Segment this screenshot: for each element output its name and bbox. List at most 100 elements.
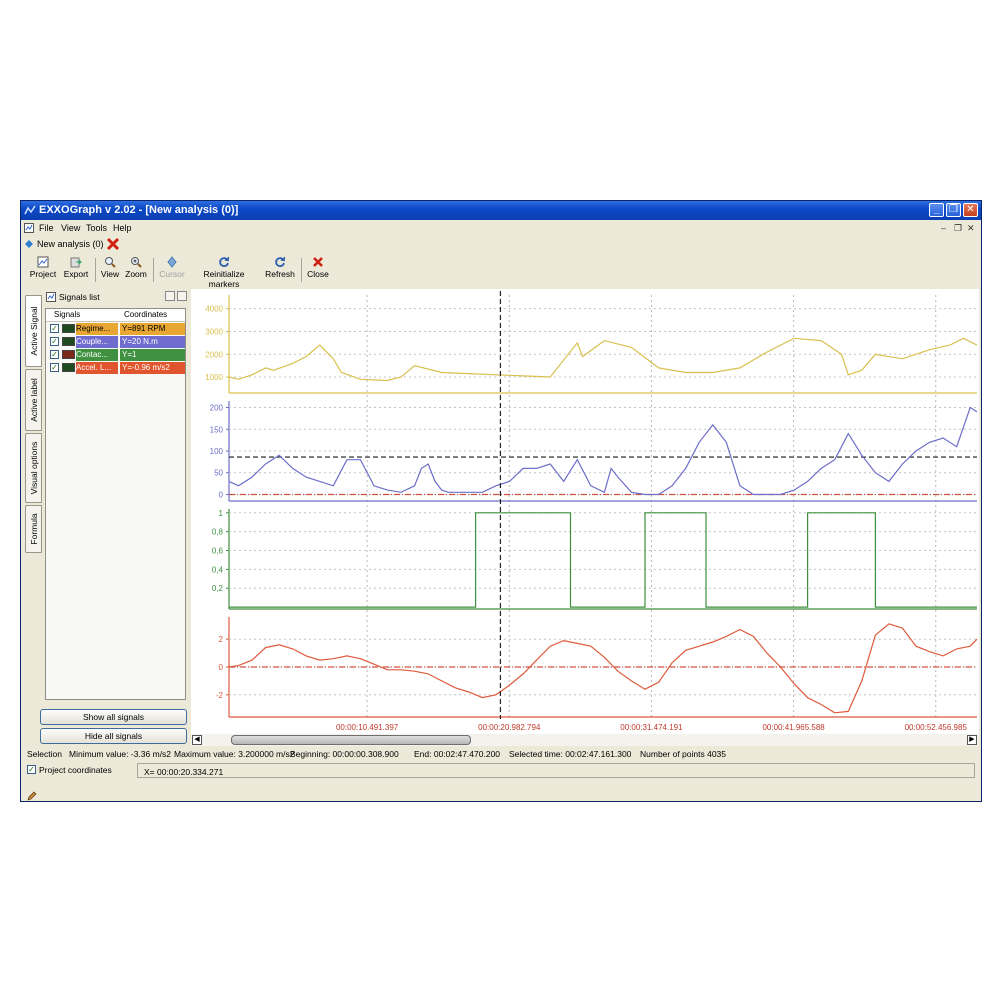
menu-tools[interactable]: Tools [86,223,107,233]
tab-active-label-label: Active label [28,378,39,422]
project-coordinates-checkbox[interactable]: ✓ [27,765,36,774]
y-tick-label: 0,4 [212,565,224,574]
signals-list-header: Signals Coordinates [46,309,185,322]
document-tab-label[interactable]: New analysis (0) [37,239,104,249]
signal-wave-icon [62,324,75,333]
signal-row[interactable]: ✓ Regime... Y=891 RPM [46,323,185,335]
status-end: End: 00:02:47.470.200 [414,749,501,759]
scroll-thumb[interactable] [231,735,471,745]
document-tab-bar: New analysis (0) [21,236,981,253]
x-readout-box: X= 00:00:20.334.271 [137,763,975,778]
mdi-restore-icon[interactable]: ❐ [954,223,962,234]
coordinates-bar: ✓ Project coordinates X= 00:00:20.334.27… [25,763,975,779]
horizontal-scrollbar[interactable]: ◀ ▶ [191,734,979,746]
toolbar: Project Export View Zoom Cursor Reinitia… [21,256,981,289]
tab-formula-label: Formula [28,513,39,545]
status-selection: Selection [27,749,62,759]
close-button[interactable]: Close [305,256,331,279]
x-tick-label: 00:00:31.474.191 [620,723,683,732]
signal-wave-icon [62,337,75,346]
show-all-signals-button[interactable]: Show all signals [40,709,187,725]
tab-active-signal[interactable]: Active Signal [25,295,42,367]
project-coordinates-label: Project coordinates [39,765,112,775]
hide-all-signals-button[interactable]: Hide all signals [40,728,187,744]
signal-checkbox[interactable]: ✓ [50,350,59,359]
graph-area[interactable]: 1000 2000 3000 4000 0 50 100 150 200 0,2 0,4 0,6 0,8… [191,289,979,741]
signals-list: Signals Coordinates ✓ Regime... Y=891 RP… [45,308,186,700]
y-tick-label: 0,6 [212,547,224,556]
menu-bar: File View Tools Help – ❐ ✕ [21,220,981,236]
tab-active-label[interactable]: Active label [25,369,42,431]
pin-icon[interactable] [165,291,175,301]
status-beginning: Beginning: 00:00:00.308.900 [290,749,399,759]
export-button[interactable]: Export [61,256,91,279]
signal-coord: Y=-0.96 m/s2 [120,362,185,374]
signal-row[interactable]: ✓ Contac... Y=1 [46,349,185,361]
x-tick-label: 00:00:20.982.794 [478,723,541,732]
zoom-icon [131,257,142,268]
mdi-minimize-icon[interactable]: – [941,223,946,233]
analysis-icon [25,240,33,248]
close-label: Close [307,269,329,279]
signals-panel-title: Signals list [59,292,100,302]
tab-formula[interactable]: Formula [25,505,42,553]
menu-file[interactable]: File [39,223,54,233]
menu-help[interactable]: Help [113,223,132,233]
y-tick-label: 100 [210,447,224,456]
signal-chart[interactable]: 1000 2000 3000 4000 0 50 100 150 200 0,2 0,4 0,6 0,8… [191,289,979,741]
signal-checkbox[interactable]: ✓ [50,337,59,346]
y-tick-label: -2 [216,691,224,700]
signal-row[interactable]: ✓ Couple... Y=20 N.m [46,336,185,348]
signal-name: Couple... [76,336,118,348]
view-button[interactable]: View [99,256,121,279]
signal-checkbox[interactable]: ✓ [50,363,59,372]
signal-checkbox[interactable]: ✓ [50,324,59,333]
col-signals[interactable]: Signals [54,310,80,319]
menu-view[interactable]: View [61,223,80,233]
title-bar[interactable]: EXXOGraph v 2.02 - [New analysis (0)] _ … [21,201,981,220]
restore-icon: ❐ [949,204,958,215]
signal-row[interactable]: ✓ Accel. L... Y=-0.96 m/s2 [46,362,185,374]
signals-list-icon [46,292,56,302]
close-red-icon [313,257,323,267]
refresh-button[interactable]: Refresh [263,256,297,279]
col-coordinates[interactable]: Coordinates [124,310,167,319]
close-tab-icon[interactable] [106,237,120,251]
x-readout: X= 00:00:20.334.271 [144,767,224,777]
tab-visual-options-label: Visual options [28,441,39,495]
y-tick-label: 150 [210,425,224,434]
magnifier-icon [105,257,116,268]
window-title: EXXOGraph v 2.02 - [New analysis (0)] [39,204,239,216]
signal-coord: Y=1 [120,349,185,361]
status-selected-time: Selected time: 00:02:47.161.300 [509,749,632,759]
minimize-icon: _ [933,204,940,215]
status-bar: Selection Minimum value: -3.36 m/s2 Maxi… [27,749,977,761]
series-line [228,337,978,382]
minimize-button[interactable]: _ [929,203,944,217]
y-tick-label: 2 [219,635,224,644]
panel-close-icon[interactable] [177,291,187,301]
maximize-button[interactable]: ❐ [946,203,961,217]
signal-coord: Y=891 RPM [120,323,185,335]
zoom-button[interactable]: Zoom [123,256,149,279]
project-label: Project [29,269,57,279]
cursor-button[interactable]: Cursor [157,256,187,279]
series-line [229,512,977,608]
tab-visual-options[interactable]: Visual options [25,433,42,503]
toolbar-separator [301,258,302,282]
project-button[interactable]: Project [27,256,59,279]
y-tick-label: 1000 [205,373,223,382]
reinitialize-markers-button[interactable]: Reinitialize markers [189,256,259,289]
mdi-close-icon[interactable]: ✕ [967,223,975,234]
close-icon: ✕ [966,204,975,215]
close-window-button[interactable]: ✕ [963,203,978,217]
y-tick-label: 4000 [205,305,223,314]
signal-name: Regime... [76,323,118,335]
toolbar-separator [153,258,154,282]
x-tick-label: 00:00:52.456.985 [905,723,968,732]
y-tick-label: 200 [210,404,224,413]
signals-panel-header: Signals list [43,289,189,305]
scroll-right-icon[interactable]: ▶ [967,735,977,745]
scroll-left-icon[interactable]: ◀ [192,735,202,745]
signal-wave-icon [62,350,75,359]
